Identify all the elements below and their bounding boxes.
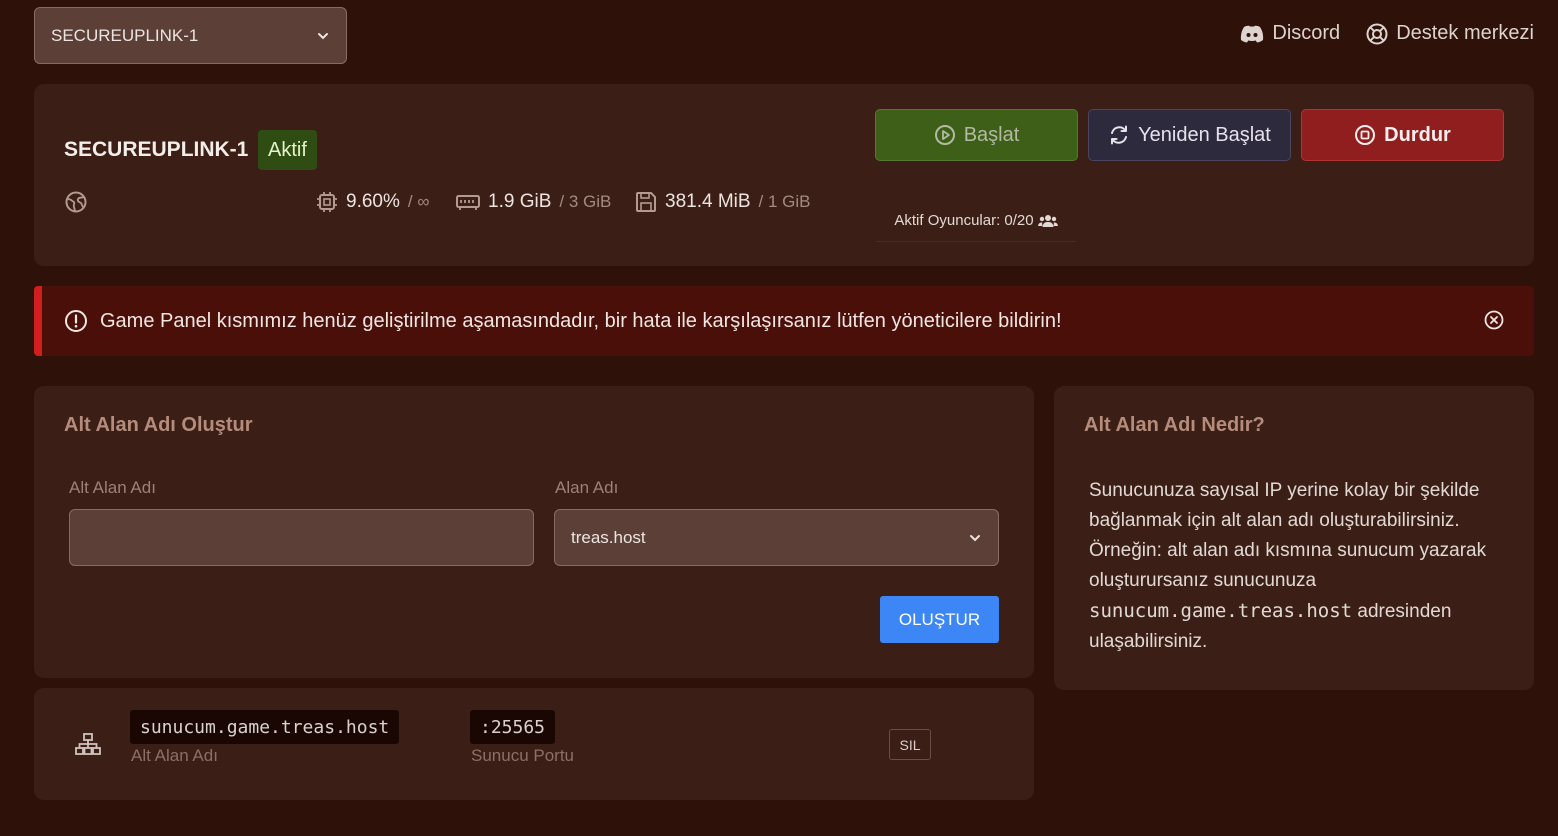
create-subdomain-title: Alt Alan Adı Oluştur: [64, 414, 253, 436]
warning-alert: Game Panel kısmımız henüz geliştirilme a…: [34, 286, 1534, 356]
top-links: Discord Destek merkezi: [1240, 22, 1534, 45]
alert-circle-icon: [65, 310, 87, 332]
server-stats: 9.60% / ∞ 1.9 GiB / 3 GiB 381.4 MiB / 1 …: [64, 186, 824, 218]
active-players: Aktif Oyuncular: 0/20: [876, 200, 1076, 242]
stop-label: Durdur: [1384, 123, 1451, 146]
support-link[interactable]: Destek merkezi: [1366, 22, 1534, 45]
cpu-value: 9.60%: [346, 191, 400, 212]
lifebuoy-icon: [1366, 23, 1388, 44]
cpu-limit: / ∞: [407, 192, 430, 211]
subdomain-input[interactable]: [69, 509, 534, 566]
memory-stat: 1.9 GiB / 3 GiB: [456, 186, 611, 218]
domain-select[interactable]: treas.host: [554, 509, 999, 566]
alert-message: Game Panel kısmımız henüz geliştirilme a…: [100, 309, 1062, 332]
discord-label: Discord: [1272, 22, 1341, 44]
network-icon: [75, 733, 101, 755]
domain-select-value: treas.host: [571, 527, 646, 547]
disk-stat: 381.4 MiB / 1 GiB: [635, 186, 811, 218]
subdomain-port: :25565: [470, 710, 556, 744]
globe-icon: [65, 191, 87, 213]
cpu-stat: 9.60% / ∞: [316, 186, 429, 218]
subdomain-row: [34, 688, 1034, 800]
subdomain-label: Alt Alan Adı: [69, 478, 156, 497]
refresh-icon: [1111, 125, 1128, 145]
domain-label: Alan Adı: [555, 478, 619, 497]
memory-icon: [456, 195, 480, 210]
server-name: SECUREUPLINK-1: [64, 138, 249, 161]
start-button[interactable]: Başlat: [875, 109, 1078, 161]
stop-circle-icon: [1355, 125, 1376, 145]
close-icon[interactable]: [1484, 310, 1504, 330]
stop-button[interactable]: Durdur: [1301, 109, 1504, 161]
chevron-down-icon: [318, 32, 328, 39]
discord-link[interactable]: Discord: [1240, 22, 1340, 45]
memory-value: 1.9 GiB: [488, 191, 552, 212]
address-stat: [64, 186, 88, 218]
server-select[interactable]: SECUREUPLINK-1: [34, 7, 347, 64]
restart-label: Yeniden Başlat: [1138, 123, 1271, 146]
port-label: Sunucu Portu: [471, 746, 575, 765]
subdomain-hostname: sunucum.game.treas.host: [130, 710, 400, 744]
info-text-before: Sunucunuza sayısal IP yerine kolay bir ş…: [1089, 480, 1487, 591]
status-badge: Aktif: [258, 130, 317, 170]
server-select-value: SECUREUPLINK-1: [51, 25, 199, 45]
chevron-down-icon: [970, 534, 980, 541]
hostname-label: Alt Alan Adı: [131, 746, 218, 765]
info-example: sunucum.game.treas.host: [1089, 600, 1353, 622]
cpu-icon: [317, 192, 337, 212]
users-icon: [1037, 214, 1058, 227]
support-label: Destek merkezi: [1396, 22, 1534, 44]
create-button[interactable]: OLUŞTUR: [880, 596, 999, 643]
players-label: Aktif Oyuncular: 0/20: [894, 212, 1034, 229]
play-circle-icon: [934, 125, 955, 145]
start-label: Başlat: [963, 123, 1020, 146]
info-text: Sunucunuza sayısal IP yerine kolay bir ş…: [1089, 476, 1509, 657]
discord-icon: [1241, 25, 1264, 42]
disk-value: 381.4 MiB: [665, 191, 751, 212]
restart-button[interactable]: Yeniden Başlat: [1088, 109, 1291, 161]
info-title: Alt Alan Adı Nedir?: [1084, 414, 1265, 436]
save-icon: [636, 192, 656, 212]
disk-limit: / 1 GiB: [758, 192, 811, 211]
memory-limit: / 3 GiB: [559, 192, 612, 211]
delete-button[interactable]: SIL: [889, 729, 931, 760]
